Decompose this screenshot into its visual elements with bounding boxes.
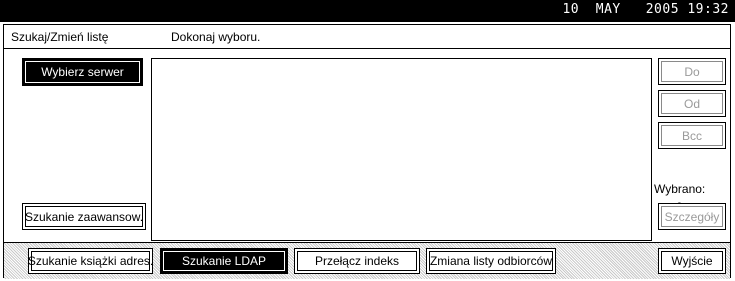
bcc-label: Bcc	[681, 128, 702, 143]
exit-button[interactable]: Wyjście	[658, 248, 726, 274]
results-list[interactable]	[151, 58, 652, 241]
select-server-label: Wybierz serwer	[41, 65, 124, 79]
datetime-display: 10 MAY 2005 19:32	[562, 2, 729, 17]
status-bar: 10 MAY 2005 19:32	[0, 0, 735, 22]
tab-change-recipient-list[interactable]: Zmiana listy odbiorców	[426, 248, 556, 274]
tab-label: Szukanie LDAP	[181, 254, 267, 268]
details-button[interactable]: Szczegóły	[658, 203, 726, 230]
bottom-toolbar: Szukanie książki adres. Szukanie LDAP Pr…	[4, 242, 730, 279]
advanced-search-label: Szukanie zaawansow.	[24, 209, 144, 224]
tab-address-book-search[interactable]: Szukanie książki adres.	[28, 248, 153, 274]
advanced-search-button[interactable]: Szukanie zaawansow.	[22, 203, 146, 230]
details-label: Szczegóły	[664, 209, 720, 224]
tab-switch-index[interactable]: Przełącz indeks	[294, 248, 420, 274]
tab-label: Szukanie książki adres.	[27, 254, 154, 268]
to-label: Do	[684, 64, 700, 79]
tab-label: Zmiana listy odbiorców	[429, 254, 553, 268]
title-row: Szukaj/Zmień listę Dokonaj wyboru.	[4, 25, 730, 49]
bcc-button[interactable]: Bcc	[658, 122, 726, 149]
instruction-message: Dokonaj wyboru.	[171, 30, 261, 44]
select-server-button[interactable]: Wybierz serwer	[22, 58, 143, 86]
page-title: Szukaj/Zmień listę	[11, 30, 109, 44]
to-button[interactable]: Do	[658, 58, 726, 85]
from-button[interactable]: Od	[658, 90, 726, 117]
selected-label: Wybrano:	[654, 182, 706, 196]
tab-ldap-search[interactable]: Szukanie LDAP	[160, 248, 288, 274]
search-panel: Szukaj/Zmień listę Dokonaj wyboru. Wybie…	[3, 24, 731, 279]
from-label: Od	[683, 96, 700, 111]
exit-label: Wyjście	[671, 254, 713, 268]
tab-label: Przełącz indeks	[314, 254, 400, 268]
